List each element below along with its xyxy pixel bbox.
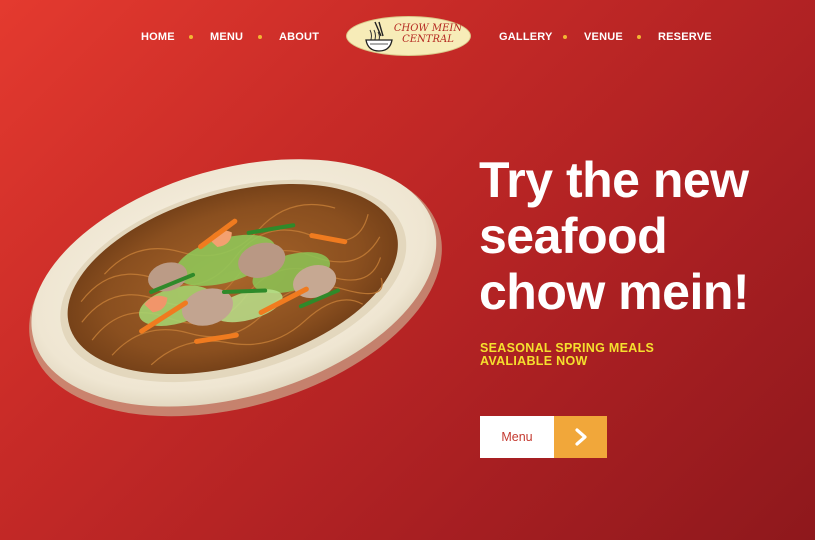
- top-navigation: HOME MENU ABOUT CHOW MEIN CENTRAL GALLER…: [0, 0, 815, 74]
- nav-separator-dot: [189, 35, 193, 39]
- menu-arrow-button[interactable]: [554, 416, 607, 458]
- hero-headline-line: chow mein!: [479, 264, 750, 320]
- nav-home-link[interactable]: HOME: [141, 31, 175, 43]
- nav-gallery-link[interactable]: GALLERY: [499, 31, 553, 43]
- nav-venue-link[interactable]: VENUE: [584, 31, 623, 43]
- nav-about-link[interactable]: ABOUT: [279, 31, 319, 43]
- nav-separator-dot: [637, 35, 641, 39]
- nav-separator-dot: [258, 35, 262, 39]
- nav-reserve-link[interactable]: RESERVE: [658, 31, 712, 43]
- hero-subtitle-line: AVALIABLE NOW: [480, 354, 588, 368]
- chevron-right-icon: [574, 428, 587, 446]
- logo-text: CHOW MEIN CENTRAL: [393, 23, 463, 45]
- hero-headline-line: seafood: [479, 208, 668, 264]
- nav-separator-dot: [563, 35, 567, 39]
- hero-headline: Try the new seafood chow mein!: [479, 152, 799, 320]
- seafood-chow-mein-plate-image: [22, 138, 452, 428]
- hero-subtitle: SEASONAL SPRING MEALS AVALIABLE NOW: [480, 342, 700, 368]
- hero-headline-line: Try the new: [479, 152, 749, 208]
- menu-button[interactable]: Menu: [480, 416, 554, 458]
- nav-menu-link[interactable]: MENU: [210, 31, 243, 43]
- menu-button-label: Menu: [501, 430, 533, 444]
- chow-mein-central-logo[interactable]: CHOW MEIN CENTRAL: [346, 16, 471, 56]
- noodle-bowl-icon: [365, 21, 393, 52]
